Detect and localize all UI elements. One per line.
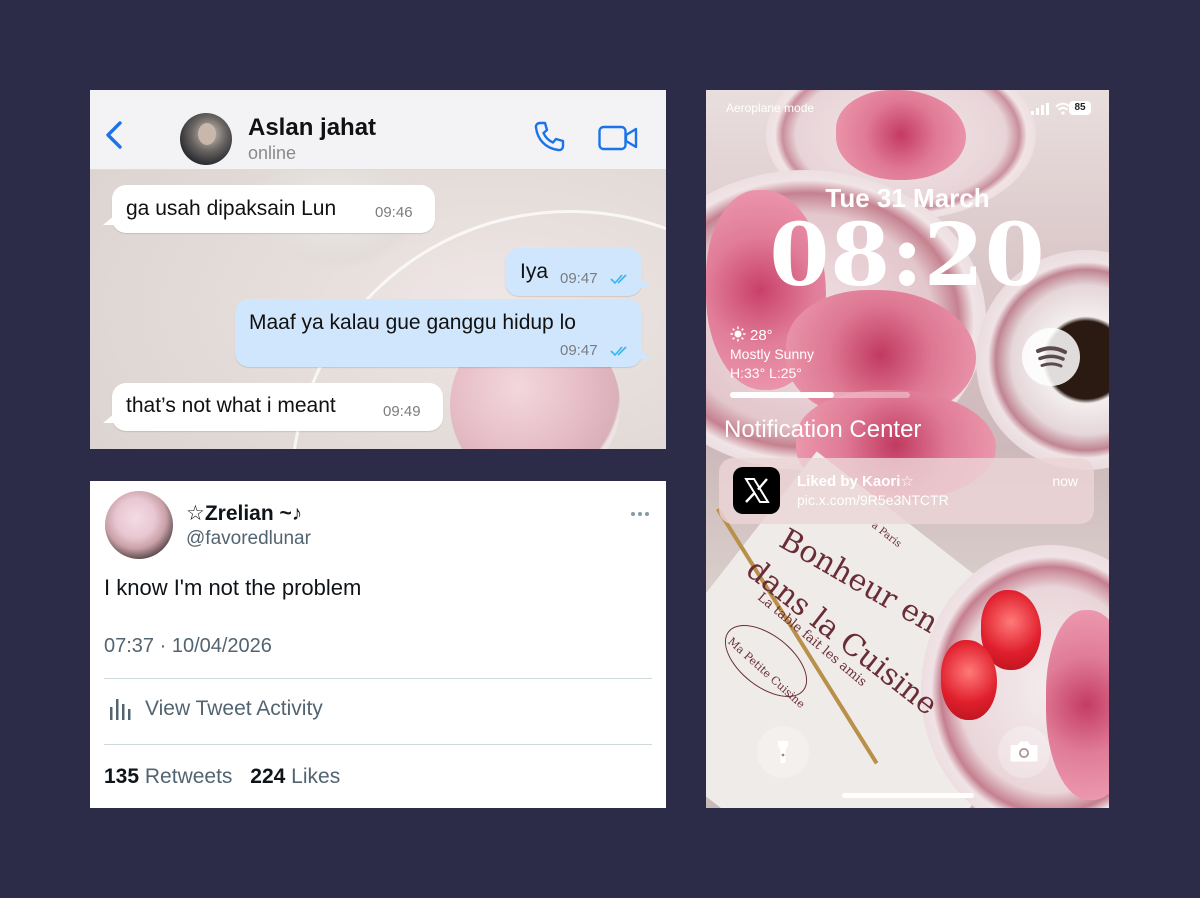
wallpaper-cake <box>836 90 966 180</box>
double-check-icon <box>610 346 627 357</box>
divider <box>104 744 652 745</box>
contact-avatar[interactable] <box>180 113 232 165</box>
bar-chart-icon <box>110 699 131 720</box>
lock-screen: Bonheur en dans la Cuisine La table fait… <box>706 90 1109 808</box>
divider <box>104 678 652 679</box>
status-airplane-mode: Aeroplane mode <box>726 101 815 115</box>
user-avatar[interactable] <box>105 491 173 559</box>
notification-card[interactable]: Liked by Kaori☆ pic.x.com/9R5e3NTCTR now <box>719 458 1094 524</box>
tweet-text: I know I'm not the problem <box>104 575 362 600</box>
flashlight-icon <box>778 741 788 763</box>
x-logo-icon <box>733 467 780 514</box>
message-time: 09:47 <box>560 342 598 359</box>
back-chevron-icon[interactable] <box>104 120 124 150</box>
sun-icon <box>730 326 746 342</box>
weather-condition: Mostly Sunny <box>730 346 815 362</box>
user-handle[interactable]: @favoredlunar <box>186 528 311 550</box>
contact-name[interactable]: Aslan jahat <box>248 114 376 142</box>
view-tweet-activity-label: View Tweet Activity <box>145 697 323 720</box>
signal-icon <box>1031 103 1049 115</box>
message-time: 09:46 <box>375 204 413 221</box>
wallpaper-strawberry <box>941 640 997 720</box>
likes-stat[interactable]: 224 Likes <box>250 765 340 789</box>
message-text: Maaf ya kalau gue ganggu hidup lo <box>249 311 576 334</box>
notification-body: pic.x.com/9R5e3NTCTR <box>797 492 949 508</box>
weather-temperature: 28° <box>750 327 773 344</box>
lock-time: 08:20 <box>769 205 1046 306</box>
message-time: 09:47 <box>560 270 598 287</box>
likes-count: 224 <box>250 765 286 788</box>
retweets-count: 135 <box>104 765 140 788</box>
notification-time: now <box>1052 473 1078 489</box>
more-options-icon[interactable] <box>631 503 653 516</box>
status-bar-icons: 85 <box>1001 100 1091 118</box>
home-indicator[interactable] <box>842 793 974 798</box>
camera-button[interactable] <box>998 726 1050 778</box>
message-bubble-incoming[interactable]: that’s not what i meant 09:49 <box>103 383 443 431</box>
message-text: that’s not what i meant <box>126 394 336 417</box>
retweets-label: Retweets <box>144 765 233 788</box>
phone-icon[interactable] <box>532 120 566 154</box>
message-text: Iya <box>520 260 549 283</box>
retweets-stat[interactable]: 135 Retweets <box>104 765 232 789</box>
tweet-timestamp[interactable]: 07:37 · 10/04/2026 <box>104 635 272 658</box>
flashlight-button[interactable] <box>757 726 809 778</box>
notification-title: Liked by Kaori☆ <box>797 473 914 490</box>
notification-center-label: Notification Center <box>724 416 922 443</box>
contact-status: online <box>248 143 297 163</box>
media-progress-fill <box>730 392 835 398</box>
tweet-stats: 135 Retweets 224 Likes <box>104 765 352 789</box>
chat-screenshot: Aslan jahat online ga usah dipaksain Lun… <box>90 90 666 449</box>
message-time: 09:49 <box>383 403 421 420</box>
spotify-icon <box>1036 346 1067 368</box>
spotify-widget[interactable] <box>1022 328 1080 386</box>
tweet-card: ☆Zrelian ~♪ @favoredlunar I know I'm not… <box>90 481 666 808</box>
view-tweet-activity-button[interactable]: View Tweet Activity <box>104 687 404 727</box>
message-bubble-outgoing[interactable]: Iya 09:47 <box>505 248 651 296</box>
battery-indicator: 85 <box>1069 101 1091 115</box>
message-text: ga usah dipaksain Lun <box>126 197 337 220</box>
message-bubble-incoming[interactable]: ga usah dipaksain Lun 09:46 <box>103 185 435 233</box>
weather-widget[interactable]: 28° Mostly Sunny H:33° L:25° <box>730 326 814 383</box>
weather-high-low: H:33° L:25° <box>730 365 802 381</box>
chat-header: Aslan jahat online <box>90 90 666 170</box>
video-camera-icon[interactable] <box>598 125 638 151</box>
likes-label: Likes <box>291 765 341 788</box>
user-display-name[interactable]: ☆Zrelian ~♪ <box>186 501 302 526</box>
double-check-icon <box>610 274 627 285</box>
message-bubble-outgoing[interactable]: Maaf ya kalau gue ganggu hidup lo 09:47 <box>235 299 651 367</box>
media-progress-bar[interactable] <box>730 392 910 398</box>
camera-icon <box>1010 741 1038 762</box>
